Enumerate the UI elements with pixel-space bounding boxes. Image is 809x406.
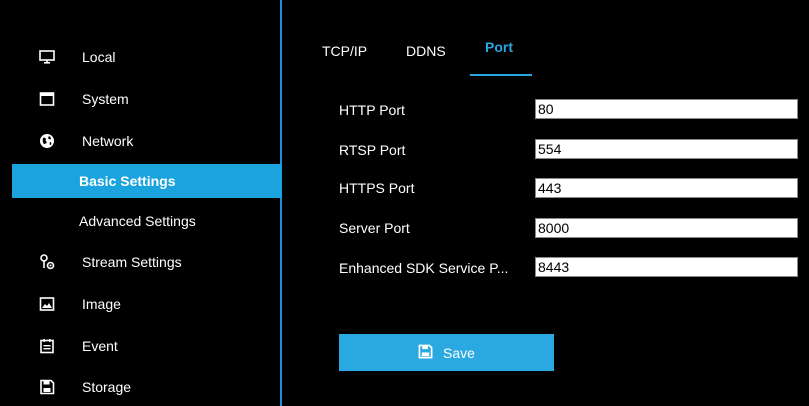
floppy-disk-icon (418, 344, 433, 362)
sidebar-item-basic-settings[interactable]: Basic Settings (12, 164, 282, 198)
sidebar-item-image[interactable]: Image (12, 287, 282, 321)
tab-label: DDNS (406, 43, 446, 59)
server-port-input[interactable] (535, 218, 798, 238)
sidebar-item-label: Local (82, 49, 116, 65)
monitor-icon (39, 49, 55, 65)
globe-icon (39, 133, 55, 149)
rtsp-port-input[interactable] (535, 139, 798, 159)
event-icon (39, 338, 55, 354)
server-port-label: Server Port (339, 220, 410, 236)
enhanced-sdk-service-port-input[interactable] (535, 257, 798, 277)
rtsp-port-label: RTSP Port (339, 142, 406, 158)
http-port-label: HTTP Port (339, 102, 405, 118)
sidebar: Local System Network Basic Settings Adva… (12, 0, 282, 406)
sidebar-item-event[interactable]: Event (12, 329, 282, 363)
sidebar-item-label: Event (82, 338, 118, 354)
sidebar-item-system[interactable]: System (12, 82, 282, 116)
tab-label: TCP/IP (322, 43, 368, 59)
https-port-label: HTTPS Port (339, 180, 415, 196)
sidebar-item-storage[interactable]: Storage (12, 370, 282, 404)
sidebar-item-network[interactable]: Network (12, 124, 282, 158)
sidebar-item-label: Image (82, 296, 121, 312)
sidebar-item-label: Basic Settings (79, 173, 176, 189)
active-tab-underline (470, 74, 532, 76)
app-frame: Local System Network Basic Settings Adva… (0, 0, 809, 406)
image-icon (39, 296, 55, 312)
system-icon (39, 91, 55, 107)
sidebar-item-stream-settings[interactable]: Stream Settings (12, 245, 282, 279)
stream-icon (39, 254, 55, 270)
sidebar-item-advanced-settings[interactable]: Advanced Settings (12, 204, 282, 238)
https-port-input[interactable] (535, 178, 798, 198)
sidebar-item-label: Stream Settings (82, 254, 182, 270)
save-button[interactable]: Save (339, 334, 554, 371)
http-port-input[interactable] (535, 99, 798, 119)
sidebar-item-label: System (82, 91, 129, 107)
storage-icon (39, 379, 55, 395)
enhanced-sdk-service-port-label: Enhanced SDK Service P... (339, 260, 509, 276)
sidebar-item-local[interactable]: Local (12, 40, 282, 74)
tab-label: Port (485, 39, 513, 55)
sidebar-item-label: Advanced Settings (79, 213, 196, 229)
save-button-label: Save (443, 344, 475, 361)
sidebar-item-label: Network (82, 133, 134, 149)
sidebar-item-label: Storage (82, 379, 132, 395)
